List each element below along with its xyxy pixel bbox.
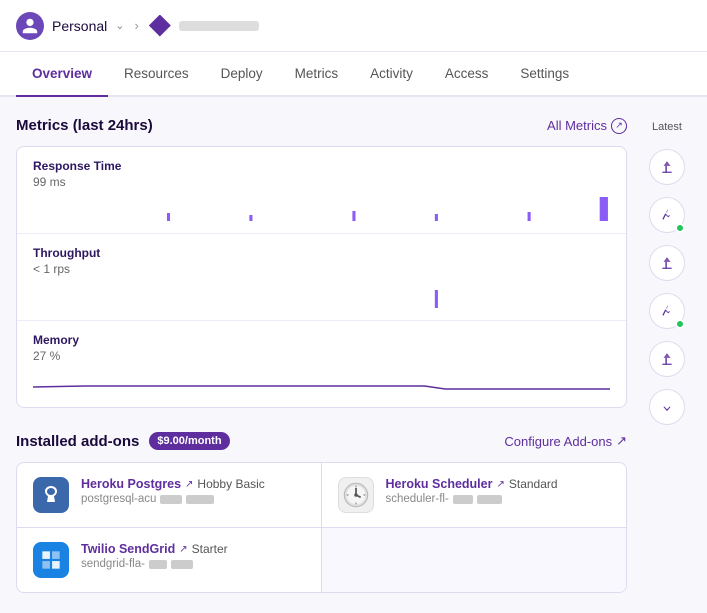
sidebar-deploy-2[interactable] — [649, 197, 685, 233]
sendgrid-name-row: Twilio SendGrid ↗ Starter — [81, 542, 305, 556]
app-diamond-icon — [149, 15, 171, 37]
price-badge: $9.00/month — [149, 432, 229, 450]
scheduler-url-blur2 — [477, 495, 502, 504]
memory-chart — [33, 369, 610, 397]
addon-sendgrid: Twilio SendGrid ↗ Starter sendgrid-fla- — [17, 528, 322, 592]
postgres-url-blur1 — [160, 495, 182, 504]
postgres-tier: Hobby Basic — [197, 477, 264, 491]
metric-row-throughput: Throughput < 1 rps — [17, 234, 626, 321]
hammer-icon-2 — [660, 304, 674, 318]
sidebar-deploy-5[interactable] — [649, 341, 685, 377]
scheduler-tier: Standard — [509, 477, 558, 491]
postgres-info: Heroku Postgres ↗ Hobby Basic postgresql… — [81, 477, 305, 505]
sendgrid-url-blur1 — [149, 560, 167, 569]
nav-deploy[interactable]: Deploy — [205, 52, 279, 95]
postgres-name-row: Heroku Postgres ↗ Hobby Basic — [81, 477, 305, 491]
sendgrid-icon — [33, 542, 69, 578]
upload-icon-3 — [660, 352, 674, 366]
scheduler-logo — [342, 481, 370, 509]
response-time-value: 99 ms — [33, 175, 610, 189]
nav-overview[interactable]: Overview — [16, 52, 108, 95]
configure-addons-link[interactable]: Configure Add-ons ↗ — [504, 433, 627, 449]
scheduler-url-blur1 — [453, 495, 473, 504]
postgres-external-icon: ↗ — [185, 479, 193, 490]
user-icon — [21, 17, 39, 35]
sidebar-deploy-6[interactable] — [649, 389, 685, 425]
addons-title: Installed add-ons — [16, 433, 139, 450]
memory-label: Memory — [33, 333, 610, 347]
response-time-chart — [33, 195, 610, 223]
postgres-logo — [39, 483, 63, 507]
account-dropdown-icon[interactable]: ⌄ — [115, 19, 124, 32]
scheduler-external-icon: ↗ — [496, 479, 504, 490]
addons-title-group: Installed add-ons $9.00/month — [16, 432, 230, 450]
app-name-blurred — [179, 21, 259, 31]
scheduler-url-prefix: scheduler-fl- — [386, 493, 449, 505]
nav-settings[interactable]: Settings — [504, 52, 585, 95]
scheduler-info: Heroku Scheduler ↗ Standard scheduler-fl… — [386, 477, 611, 505]
sendgrid-url: sendgrid-fla- — [81, 558, 305, 570]
scheduler-url: scheduler-fl- — [386, 493, 611, 505]
postgres-icon — [33, 477, 69, 513]
metric-row-response-time: Response Time 99 ms — [17, 147, 626, 234]
metrics-card: Response Time 99 ms Throughput < 1 rp — [16, 146, 627, 408]
breadcrumb-separator: › — [134, 18, 138, 33]
postgres-name[interactable]: Heroku Postgres — [81, 477, 181, 491]
metrics-title: Metrics (last 24hrs) — [16, 117, 153, 134]
upload-icon-1 — [660, 160, 674, 174]
response-time-label: Response Time — [33, 159, 610, 173]
addons-section-header: Installed add-ons $9.00/month Configure … — [16, 432, 627, 450]
sendgrid-name[interactable]: Twilio SendGrid — [81, 542, 175, 556]
all-metrics-icon: ↗ — [611, 118, 627, 134]
sendgrid-external-icon: ↗ — [179, 544, 187, 555]
sendgrid-url-prefix: sendgrid-fla- — [81, 558, 145, 570]
memory-value: 27 % — [33, 349, 610, 363]
sendgrid-info: Twilio SendGrid ↗ Starter sendgrid-fla- — [81, 542, 305, 570]
top-bar: Personal ⌄ › — [0, 0, 707, 52]
scheduler-name[interactable]: Heroku Scheduler — [386, 477, 493, 491]
scheduler-name-row: Heroku Scheduler ↗ Standard — [386, 477, 611, 491]
sendgrid-url-blur2 — [171, 560, 193, 569]
throughput-value: < 1 rps — [33, 262, 610, 276]
sendgrid-tier: Starter — [192, 542, 228, 556]
nav-bar: Overview Resources Deploy Metrics Activi… — [0, 52, 707, 97]
addon-empty — [322, 528, 627, 592]
nav-resources[interactable]: Resources — [108, 52, 205, 95]
arrow-down-icon — [660, 400, 674, 414]
all-metrics-link[interactable]: All Metrics ↗ — [547, 118, 627, 134]
addons-grid: Heroku Postgres ↗ Hobby Basic postgresql… — [16, 462, 627, 593]
sidebar-deploy-4[interactable] — [649, 293, 685, 329]
postgres-url-blur2 — [186, 495, 214, 504]
nav-access[interactable]: Access — [429, 52, 505, 95]
addon-scheduler: Heroku Scheduler ↗ Standard scheduler-fl… — [322, 463, 627, 528]
addon-postgres: Heroku Postgres ↗ Hobby Basic postgresql… — [17, 463, 322, 528]
green-status-dot-2 — [675, 319, 685, 329]
avatar — [16, 12, 44, 40]
sidebar-deploy-3[interactable] — [649, 245, 685, 281]
metrics-section-header: Metrics (last 24hrs) All Metrics ↗ — [16, 117, 627, 134]
green-status-dot-1 — [675, 223, 685, 233]
configure-addons-icon: ↗ — [616, 433, 627, 449]
postgres-url-prefix: postgresql-acu — [81, 493, 156, 505]
sendgrid-logo — [38, 547, 64, 573]
nav-metrics[interactable]: Metrics — [279, 52, 355, 95]
throughput-label: Throughput — [33, 246, 610, 260]
main-content: Metrics (last 24hrs) All Metrics ↗ Respo… — [0, 97, 707, 613]
scheduler-icon — [338, 477, 374, 513]
latest-label: Latest — [652, 121, 682, 133]
upload-icon-2 — [660, 256, 674, 270]
nav-activity[interactable]: Activity — [354, 52, 429, 95]
account-label: Personal — [52, 18, 107, 34]
throughput-chart — [33, 282, 610, 310]
main-left: Metrics (last 24hrs) All Metrics ↗ Respo… — [16, 117, 627, 593]
right-sidebar: Latest — [643, 117, 691, 593]
sidebar-deploy-1[interactable] — [649, 149, 685, 185]
metric-row-memory: Memory 27 % — [17, 321, 626, 407]
postgres-url: postgresql-acu — [81, 493, 305, 505]
hammer-icon — [660, 208, 674, 222]
